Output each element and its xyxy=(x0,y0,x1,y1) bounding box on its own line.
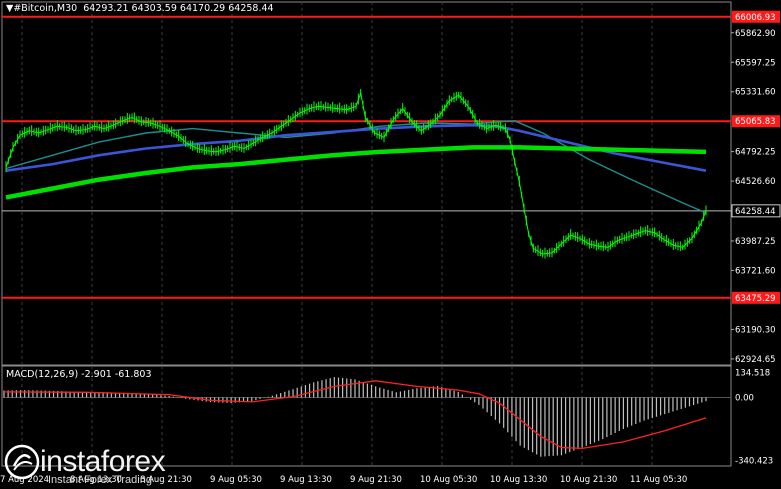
time-axis-label: 9 Aug 21:30 xyxy=(350,475,402,485)
level-label: 66006.93 xyxy=(735,13,776,23)
price-tick-label: 64526.60 xyxy=(735,177,776,187)
ma-fast-line xyxy=(5,120,707,214)
ohlc-values: 64293.21 64303.59 64170.29 64258.44 xyxy=(83,3,274,14)
instaforex-logo: instaforex Instant Forex Trading xyxy=(4,444,166,486)
time-axis-label: 9 Aug 05:30 xyxy=(210,475,262,485)
price-close-line xyxy=(5,91,707,255)
price-tick-label: 65862.90 xyxy=(735,29,776,39)
macd-tick-label: 0.00 xyxy=(735,393,754,403)
price-pane-frame xyxy=(1,1,732,366)
time-axis-label: 10 Aug 05:30 xyxy=(420,475,477,485)
current-price-label: 64258.44 xyxy=(735,207,776,217)
time-axis-label: 10 Aug 21:30 xyxy=(560,475,617,485)
level-label: 65065.83 xyxy=(735,117,776,127)
level-label: 63475.29 xyxy=(735,294,776,304)
price-tick-label: 63190.30 xyxy=(735,325,776,335)
chart-window: 65862.90 65597.25 65331.60 64792.25 64526.60… xyxy=(0,0,781,489)
price-chart[interactable]: 65862.90 65597.25 65331.60 64792.25 64526.60… xyxy=(0,0,781,489)
logo-wordmark: instaforex xyxy=(40,445,166,478)
price-tick-label: 65331.60 xyxy=(735,88,776,98)
price-tick-label: 63721.60 xyxy=(735,266,776,276)
price-tick-label: 63987.25 xyxy=(735,237,776,247)
ma-slow-line xyxy=(5,145,707,200)
logo-tagline: Instant Forex Trading xyxy=(48,474,152,486)
symbol-name: #Bitcoin,M30 xyxy=(13,3,78,14)
time-axis-label: 10 Aug 13:30 xyxy=(490,475,547,485)
time-axis-label: 9 Aug 13:30 xyxy=(280,475,332,485)
macd-tick-label: -340.423 xyxy=(735,457,773,467)
price-tick-label: 62924.65 xyxy=(735,355,776,365)
instaforex-logo-icon xyxy=(4,444,40,480)
price-tick-label: 64792.25 xyxy=(735,148,776,158)
symbol-header: ▼#Bitcoin,M30 64293.21 64303.59 64170.29… xyxy=(6,3,274,14)
price-tick-label: 65597.25 xyxy=(735,58,776,68)
macd-tick-label: 134.518 xyxy=(735,369,770,379)
macd-header: MACD(12,26,9) -2.901 -61.803 xyxy=(6,369,152,380)
time-axis-label: 11 Aug 05:30 xyxy=(630,475,687,485)
